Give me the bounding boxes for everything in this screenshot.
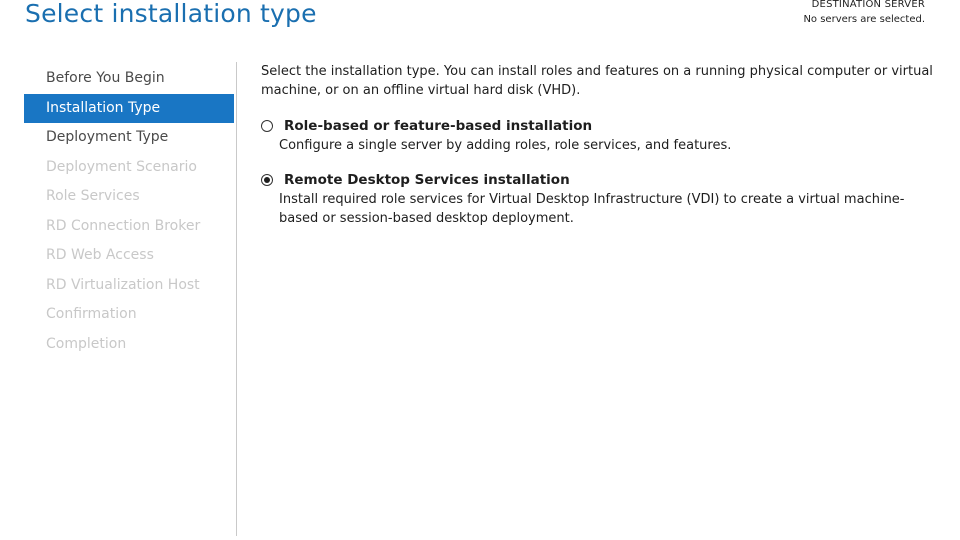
nav-item-role-services: Role Services [46, 188, 140, 204]
radio-remote-desktop[interactable] [261, 174, 273, 186]
option-remote-desktop-title[interactable]: Remote Desktop Services installation [284, 170, 941, 190]
wizard-nav: Before You Begin Installation Type Deplo… [24, 64, 234, 359]
destination-server-label: DESTINATION SERVER [811, 0, 925, 10]
nav-item-completion: Completion [46, 335, 127, 352]
option-role-based[interactable]: Role-based or feature-based installation… [261, 116, 941, 155]
nav-item-rd-connection-broker: RD Connection Broker [46, 217, 201, 234]
option-role-based-title[interactable]: Role-based or feature-based installation [284, 116, 941, 136]
intro-text: Select the installation type. You can in… [261, 64, 933, 98]
destination-server-value: No servers are selected. [803, 14, 925, 25]
main-content: Select the installation type. You can in… [261, 62, 941, 243]
radio-role-based[interactable] [261, 120, 273, 132]
nav-divider [236, 62, 237, 536]
destination-server: DESTINATION SERVER No servers are select… [803, 0, 925, 27]
option-remote-desktop[interactable]: Remote Desktop Services installation Ins… [261, 170, 941, 228]
nav-item-before-you-begin[interactable]: Before You Begin [24, 64, 234, 94]
nav-item-confirmation: Confirmation [46, 306, 137, 322]
nav-item-installation-type[interactable]: Installation Type [24, 93, 234, 123]
option-remote-desktop-description: Install required role services for Virtu… [279, 192, 905, 226]
nav-item-rd-web-access: RD Web Access [46, 247, 154, 263]
wizard-page: Select installation type DESTINATION SER… [0, 0, 960, 540]
nav-item-deployment-scenario: Deployment Scenario [46, 158, 197, 175]
nav-item-rd-virtualization-host: RD Virtualization Host [46, 276, 200, 293]
nav-item-deployment-type[interactable]: Deployment Type [24, 123, 234, 153]
page-title: Select installation type [25, 0, 317, 28]
option-role-based-description: Configure a single server by adding role… [279, 138, 732, 153]
